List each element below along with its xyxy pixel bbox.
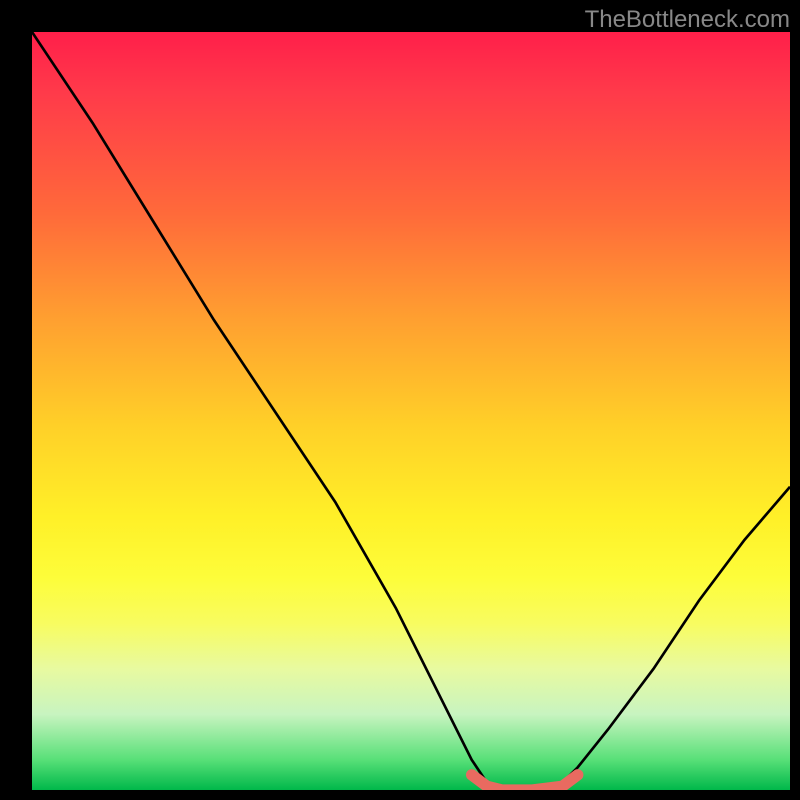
highlighted-minimum-path (472, 775, 578, 790)
plot-area (32, 32, 790, 790)
watermark-label: TheBottleneck.com (585, 6, 790, 34)
chart-svg (32, 32, 790, 790)
bottleneck-curve-path (32, 32, 790, 790)
